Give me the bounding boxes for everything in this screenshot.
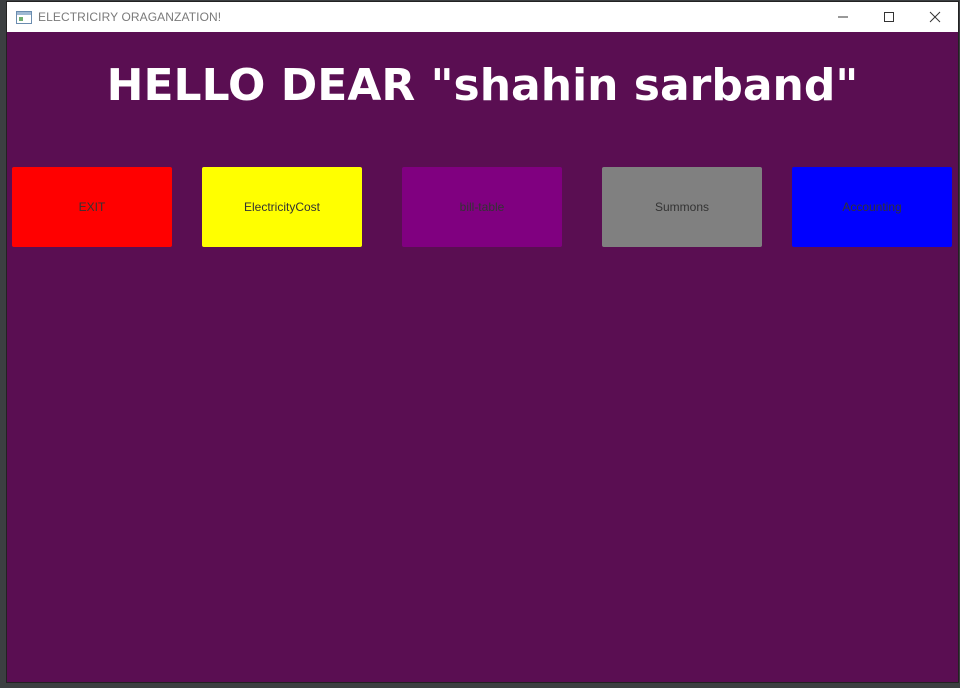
title-bar[interactable]: ELECTRICIRY ORAGANZATION! xyxy=(7,2,958,32)
minimize-icon xyxy=(838,16,848,18)
accounting-button[interactable]: Accounting xyxy=(792,167,952,247)
window-title: ELECTRICIRY ORAGANZATION! xyxy=(38,10,222,24)
electricity-cost-button[interactable]: ElectricityCost xyxy=(202,167,362,247)
main-content: HELLO DEAR "shahin sarband" EXIT Electri… xyxy=(7,32,958,682)
app-window: ELECTRICIRY ORAGANZATION! HELLO DEAR "sh… xyxy=(7,2,958,682)
minimize-button[interactable] xyxy=(820,2,866,32)
maximize-icon xyxy=(884,12,894,22)
maximize-button[interactable] xyxy=(866,2,912,32)
close-button[interactable] xyxy=(912,2,958,32)
greeting-heading: HELLO DEAR "shahin sarband" xyxy=(106,60,859,111)
summons-button[interactable]: Summons xyxy=(602,167,762,247)
bill-table-button[interactable]: bill-table xyxy=(402,167,562,247)
app-window-icon xyxy=(16,10,32,24)
exit-button[interactable]: EXIT xyxy=(12,167,172,247)
close-icon xyxy=(929,11,941,23)
window-controls xyxy=(820,2,958,32)
